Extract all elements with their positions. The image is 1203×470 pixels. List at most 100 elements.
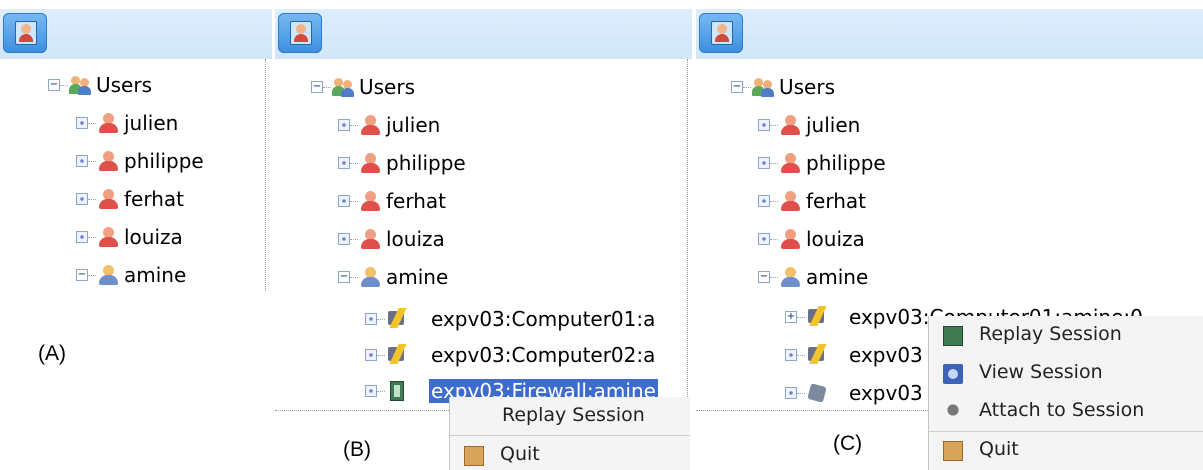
tree-node-label: louiza	[806, 227, 865, 251]
menu-item-label: Attach to Session	[979, 399, 1145, 421]
user-icon	[359, 114, 381, 136]
toolbar-user-button[interactable]	[699, 13, 743, 53]
session-bolt-icon	[806, 306, 828, 328]
panel-border	[687, 59, 688, 407]
panel-bottom-border	[275, 410, 451, 411]
user-icon	[359, 152, 381, 174]
menu-item-attach-session[interactable]: Attach to Session	[929, 394, 1203, 430]
user-icon	[711, 21, 733, 45]
user-icon	[97, 150, 119, 172]
expand-toggle[interactable]: +	[785, 387, 797, 399]
user-icon	[97, 226, 119, 248]
figure-caption: (B)	[343, 438, 371, 461]
expand-toggle[interactable]: +	[785, 311, 797, 323]
tree-node-label: louiza	[386, 227, 445, 251]
session-bolt-icon	[386, 344, 408, 366]
menu-item-label: View Session	[979, 361, 1103, 383]
expand-toggle[interactable]: +	[785, 349, 797, 361]
collapse-toggle[interactable]: −	[76, 269, 88, 281]
film-icon	[943, 326, 963, 346]
user-icon	[779, 114, 801, 136]
menu-separator	[450, 435, 690, 436]
panel-border	[265, 59, 266, 291]
context-menu: Replay Session Quit	[449, 397, 690, 470]
menu-item-quit[interactable]: Quit	[450, 438, 690, 470]
expand-toggle[interactable]: +	[758, 119, 770, 131]
user-icon	[779, 190, 801, 212]
user-icon	[97, 188, 119, 210]
collapse-toggle[interactable]: −	[48, 79, 60, 91]
tree-node-label: julien	[386, 113, 441, 137]
door-icon	[943, 441, 963, 461]
user-icon	[779, 228, 801, 250]
menu-item-view-session[interactable]: View Session	[929, 356, 1203, 392]
tree-node-label: philippe	[806, 151, 886, 175]
collapse-toggle[interactable]: −	[338, 271, 350, 283]
expand-toggle[interactable]: +	[76, 117, 88, 129]
tree-node-label: julien	[806, 113, 861, 137]
expand-toggle[interactable]: +	[758, 157, 770, 169]
tree-node-label: expv03	[849, 343, 923, 367]
tree-node-label: philippe	[124, 149, 204, 173]
tree-node-label: ferhat	[124, 187, 184, 211]
figure-caption: (A)	[38, 342, 66, 365]
menu-item-quit[interactable]: Quit	[929, 433, 1203, 469]
context-menu: Replay Session View Session Attach to Se…	[928, 316, 1203, 470]
collapse-toggle[interactable]: −	[758, 271, 770, 283]
expand-toggle[interactable]: +	[338, 119, 350, 131]
expand-toggle[interactable]: +	[76, 155, 88, 167]
expand-toggle[interactable]: +	[365, 313, 377, 325]
menu-item-label: Quit	[500, 443, 540, 465]
figure-caption: (C)	[833, 432, 863, 455]
expand-toggle[interactable]: +	[338, 233, 350, 245]
toolbar-user-button[interactable]	[3, 13, 47, 53]
tree-node-label: Users	[779, 75, 836, 99]
expand-toggle[interactable]: +	[338, 195, 350, 207]
tree-node-label: louiza	[124, 225, 183, 249]
attach-icon	[806, 382, 828, 404]
panel-toolbar	[275, 9, 692, 59]
menu-item-label: Quit	[979, 438, 1019, 460]
collapse-toggle[interactable]: −	[731, 81, 743, 93]
user-icon	[359, 190, 381, 212]
session-bolt-icon	[806, 344, 828, 366]
expand-toggle[interactable]: +	[758, 195, 770, 207]
user-edit-icon	[97, 264, 119, 286]
panel-bottom-border	[696, 410, 928, 411]
menu-item-label: Replay Session	[502, 404, 645, 426]
users-group-icon	[69, 74, 91, 96]
tree-node-label: julien	[124, 111, 179, 135]
film-icon	[386, 380, 408, 402]
menu-item-replay-session[interactable]: Replay Session	[929, 318, 1203, 354]
tree-node-label: philippe	[386, 151, 466, 175]
menu-item-label: Replay Session	[979, 323, 1122, 345]
tree-node-label: amine	[806, 265, 869, 289]
toolbar-user-button[interactable]	[278, 13, 322, 53]
expand-toggle[interactable]: +	[365, 349, 377, 361]
expand-toggle[interactable]: +	[76, 193, 88, 205]
panel-b: − Users + julien + philippe + ferhat + l…	[275, 0, 692, 470]
expand-toggle[interactable]: +	[338, 157, 350, 169]
panel-toolbar	[0, 9, 272, 59]
user-edit-icon	[779, 266, 801, 288]
attach-icon	[943, 402, 963, 422]
tree-node-label: Users	[96, 73, 153, 97]
tree-node-label: amine	[386, 265, 449, 289]
tree-node-label: Users	[359, 75, 416, 99]
panel-a: − Users + julien + philippe + ferhat + l…	[0, 0, 272, 470]
session-bolt-icon	[386, 308, 408, 330]
expand-toggle[interactable]: +	[76, 231, 88, 243]
collapse-toggle[interactable]: −	[311, 81, 323, 93]
users-group-icon	[332, 76, 354, 98]
tree-node-label: expv03:Computer02:a	[431, 343, 656, 367]
expand-toggle[interactable]: +	[365, 385, 377, 397]
panel-toolbar	[696, 9, 1203, 59]
menu-item-replay-session[interactable]: Replay Session	[450, 399, 690, 435]
user-icon	[290, 21, 312, 45]
tree-node-label: ferhat	[386, 189, 446, 213]
expand-toggle[interactable]: +	[758, 233, 770, 245]
user-icon	[15, 21, 37, 45]
tree-node-label: expv03	[849, 381, 923, 405]
panel-c: − Users + julien + philippe + ferhat + l…	[696, 0, 1203, 470]
tree-node-label: expv03:Computer01:a	[431, 307, 656, 331]
